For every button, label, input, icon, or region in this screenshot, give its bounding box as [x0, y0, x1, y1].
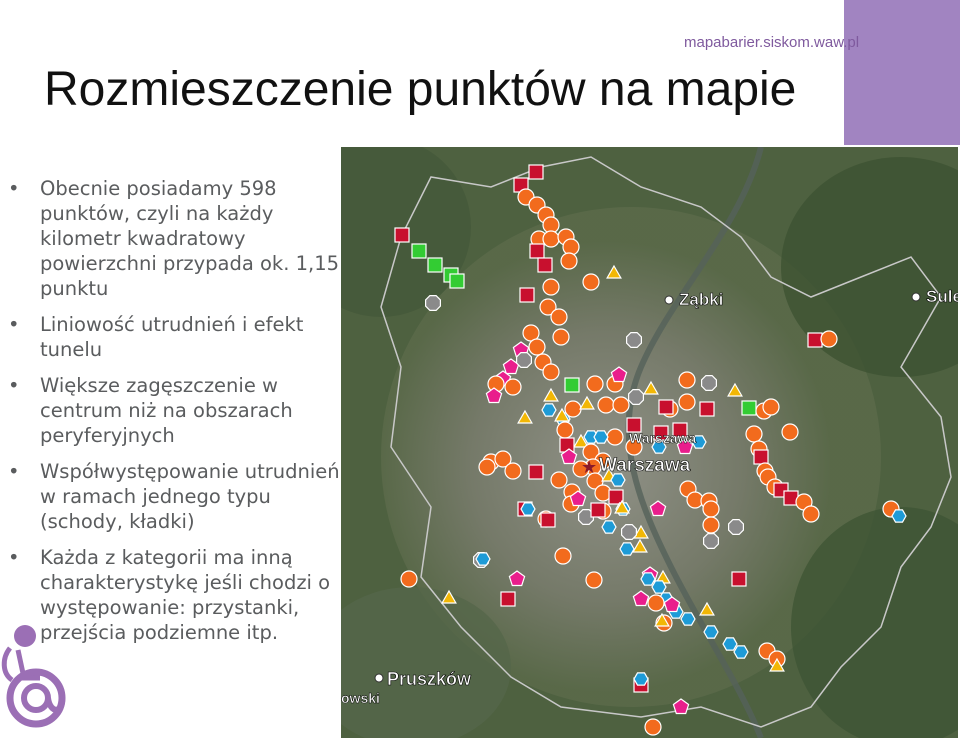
orange-circle-marker[interactable] — [781, 423, 799, 441]
blue-hexagon-marker[interactable] — [703, 625, 719, 639]
gray-octagon-marker[interactable] — [703, 533, 719, 549]
orange-circle-marker[interactable] — [802, 505, 820, 523]
orange-circle-marker[interactable] — [528, 338, 546, 356]
orange-circle-marker[interactable] — [612, 396, 630, 414]
orange-circle-marker[interactable] — [678, 371, 696, 389]
blue-hexagon-marker[interactable] — [680, 612, 696, 626]
gray-octagon-marker[interactable] — [701, 375, 717, 391]
blue-hexagon-marker[interactable] — [475, 552, 491, 566]
red-square-marker[interactable] — [590, 502, 606, 518]
red-square-marker[interactable] — [528, 164, 544, 180]
blue-hexagon-marker[interactable] — [640, 572, 656, 586]
orange-circle-marker[interactable] — [560, 252, 578, 270]
gray-octagon-marker[interactable] — [626, 332, 642, 348]
map-label-warszawa-small: Warszawa — [629, 430, 696, 446]
gray-octagon-marker[interactable] — [516, 352, 532, 368]
blue-hexagon-marker[interactable] — [541, 403, 557, 417]
red-square-marker[interactable] — [807, 332, 823, 348]
blue-hexagon-marker[interactable] — [733, 645, 749, 659]
green-square-marker[interactable] — [564, 377, 580, 393]
star-warszawa: ★ — [581, 457, 597, 477]
orange-circle-marker[interactable] — [582, 273, 600, 291]
orange-circle-marker[interactable] — [550, 471, 568, 489]
red-square-marker[interactable] — [519, 287, 535, 303]
orange-circle-marker[interactable] — [702, 500, 720, 518]
orange-circle-marker[interactable] — [400, 570, 418, 588]
corner-accent — [844, 0, 960, 145]
orange-circle-marker[interactable] — [678, 393, 696, 411]
blue-hexagon-marker[interactable] — [593, 430, 609, 444]
gray-octagon-marker[interactable] — [424, 295, 442, 311]
map-label-zabki: Ząbki — [679, 290, 723, 309]
orange-circle-marker[interactable] — [585, 571, 603, 589]
bullet-item: Liniowość utrudnień i efekt tunelu — [0, 312, 340, 362]
map-label-pruszkow: Pruszków — [387, 669, 472, 689]
orange-circle-marker[interactable] — [554, 547, 572, 565]
green-square-marker[interactable] — [427, 257, 443, 273]
orange-circle-marker[interactable] — [597, 396, 615, 414]
orange-circle-marker[interactable] — [552, 328, 570, 346]
blue-hexagon-marker[interactable] — [633, 672, 649, 686]
map-label-owski: owski — [341, 690, 380, 706]
orange-circle-marker[interactable] — [542, 363, 560, 381]
red-square-marker[interactable] — [394, 227, 410, 243]
gray-octagon-marker[interactable] — [628, 389, 644, 405]
orange-circle-marker[interactable] — [647, 594, 665, 612]
site-url: mapabarier.siskom.waw.pl — [684, 34, 860, 51]
gray-octagon-marker[interactable] — [621, 524, 637, 540]
satellite-map[interactable]: Ząbki Sule Warszawa ★ Warszawa Pruszków … — [341, 147, 958, 738]
orange-circle-marker[interactable] — [562, 238, 580, 256]
orange-circle-marker[interactable] — [478, 458, 496, 476]
orange-circle-marker[interactable] — [586, 375, 604, 393]
blue-hexagon-marker[interactable] — [722, 637, 738, 651]
blue-hexagon-marker[interactable] — [601, 520, 617, 534]
orange-circle-marker[interactable] — [745, 425, 763, 443]
orange-circle-marker[interactable] — [606, 428, 624, 446]
red-square-marker[interactable] — [500, 591, 516, 607]
red-square-marker[interactable] — [753, 449, 769, 465]
bullet-item: Obecnie posiadamy 598 punktów, czyli na … — [0, 176, 340, 301]
blue-hexagon-marker[interactable] — [651, 580, 667, 594]
wheelchair-at-icon — [0, 618, 70, 736]
map-label-warszawa: Warszawa — [599, 455, 691, 476]
orange-circle-marker[interactable] — [504, 378, 522, 396]
orange-circle-marker[interactable] — [542, 278, 560, 296]
green-square-marker[interactable] — [449, 273, 465, 289]
orange-circle-marker[interactable] — [644, 718, 662, 736]
red-square-marker[interactable] — [529, 243, 545, 259]
orange-circle-marker[interactable] — [564, 400, 582, 418]
orange-circle-marker[interactable] — [542, 230, 560, 248]
blue-hexagon-marker[interactable] — [619, 542, 635, 556]
gray-octagon-marker[interactable] — [728, 519, 744, 535]
orange-circle-marker[interactable] — [504, 462, 522, 480]
town-marker-sulejowek — [911, 292, 921, 302]
red-square-marker[interactable] — [658, 399, 674, 415]
bullet-item: Współwystępowanie utrudnień w ramach jed… — [0, 459, 340, 534]
bullet-item: Większe zagęszczenie w centrum niż na ob… — [0, 373, 340, 448]
slide-title: Rozmieszczenie punktów na mapie — [44, 63, 797, 116]
blue-hexagon-marker[interactable] — [520, 502, 536, 516]
red-square-marker[interactable] — [540, 512, 556, 528]
orange-circle-marker[interactable] — [820, 330, 838, 348]
red-square-marker[interactable] — [731, 571, 747, 587]
svg-text:★: ★ — [581, 457, 597, 477]
orange-circle-marker[interactable] — [550, 308, 568, 326]
orange-circle-marker[interactable] — [762, 398, 780, 416]
red-square-marker[interactable] — [699, 401, 715, 417]
red-square-marker[interactable] — [528, 464, 544, 480]
bullet-list: Obecnie posiadamy 598 punktów, czyli na … — [0, 176, 340, 656]
town-marker-zabki — [664, 295, 674, 305]
town-marker-pruszkow — [374, 673, 384, 683]
orange-circle-marker[interactable] — [702, 516, 720, 534]
orange-circle-marker[interactable] — [556, 421, 574, 439]
green-square-marker[interactable] — [741, 400, 757, 416]
map-label-sulejowek: Sule — [926, 287, 958, 306]
red-square-marker[interactable] — [537, 257, 553, 273]
green-square-marker[interactable] — [411, 243, 427, 259]
blue-hexagon-marker[interactable] — [891, 509, 907, 523]
